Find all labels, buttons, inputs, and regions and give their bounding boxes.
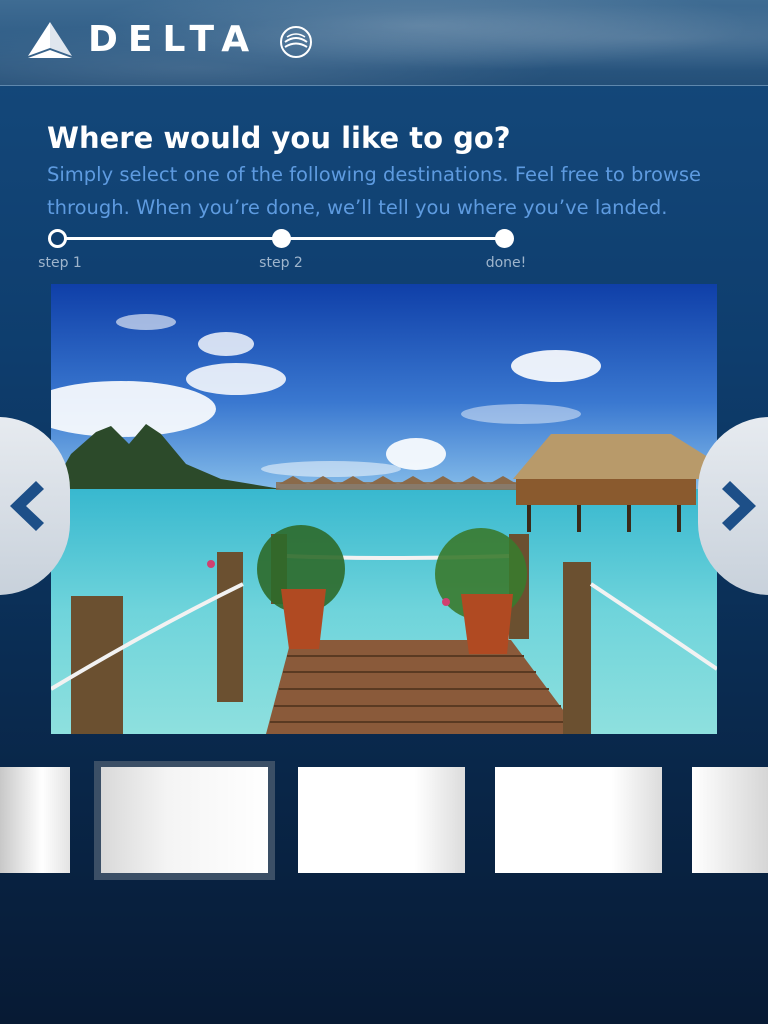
header-bar: DELTA — [0, 0, 768, 86]
thumbnail-1-selected[interactable] — [101, 767, 268, 873]
chevron-right-icon — [722, 481, 756, 531]
chevron-left-icon — [10, 481, 44, 531]
brand-name: DELTA — [88, 19, 260, 60]
skyteam-logo-icon — [280, 26, 312, 58]
delta-logo[interactable]: DELTA — [26, 20, 259, 60]
progress-step-1-label: step 1 — [38, 255, 82, 271]
page-title: Where would you like to go? — [47, 121, 511, 155]
thumbnail-3[interactable] — [495, 767, 662, 873]
destination-image — [51, 284, 717, 734]
progress-done-dot — [495, 229, 514, 248]
progress-done-label: done! — [485, 255, 527, 271]
progress-step-2-dot — [272, 229, 291, 248]
progress-step-2-label: step 2 — [259, 255, 303, 271]
thumbnail-2[interactable] — [298, 767, 465, 873]
thumbnail-4[interactable] — [692, 767, 768, 873]
destination-photo[interactable] — [51, 284, 717, 734]
delta-widget-icon — [28, 22, 72, 58]
thumbnail-0[interactable] — [0, 767, 70, 873]
progress-step-1-dot — [48, 229, 67, 248]
page-subtitle: Simply select one of the following desti… — [47, 163, 702, 219]
